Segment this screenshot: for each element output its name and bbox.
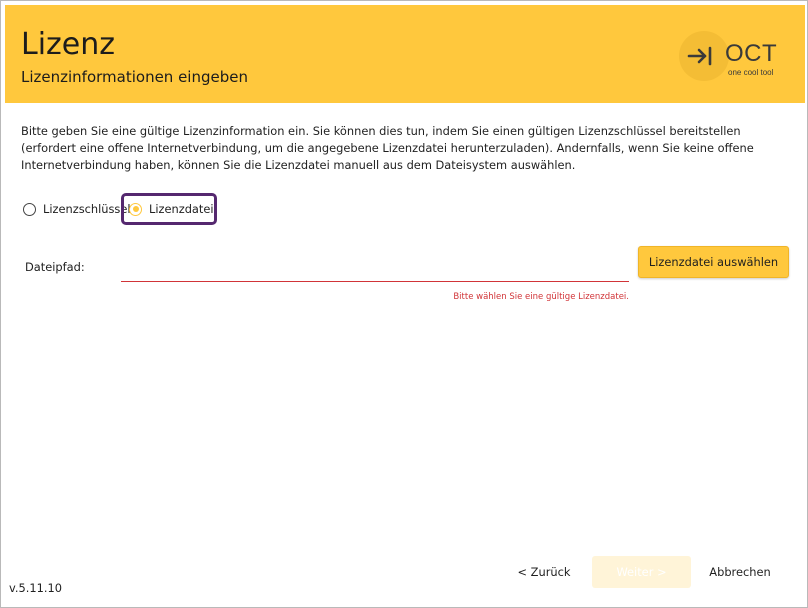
page-subtitle: Lizenzinformationen eingeben [21,68,248,86]
oct-logo: OCT one cool tool [673,31,791,83]
version-label: v.5.11.10 [9,581,62,595]
instructions-text: Bitte geben Sie eine gültige Lizenzinfor… [21,124,754,172]
license-dialog: Lizenz Lizenzinformationen eingeben OCT … [0,0,808,608]
file-path-label: Dateipfad: [25,260,85,274]
next-button[interactable]: Weiter > [592,556,691,588]
logo-text: OCT [725,40,778,67]
cancel-button[interactable]: Abbrechen [698,556,782,588]
radio-license-key-label: Lizenzschlüssel [43,202,131,216]
arrow-right-bar-icon [687,46,712,66]
radio-license-key[interactable]: Lizenzschlüssel [23,202,131,216]
page-title: Lizenz [21,27,116,62]
logo-tagline: one cool tool [728,68,774,77]
select-license-file-button[interactable]: Lizenzdatei auswählen [638,246,789,278]
focus-indicator [121,193,217,225]
back-button[interactable]: < Zurück [506,556,582,588]
radio-circle-unchecked[interactable] [23,202,36,216]
header-banner: Lizenz Lizenzinformationen eingeben OCT … [5,5,805,103]
file-path-error: Bitte wählen Sie eine gültige Lizenzdate… [453,292,629,302]
file-path-input[interactable] [121,256,629,282]
